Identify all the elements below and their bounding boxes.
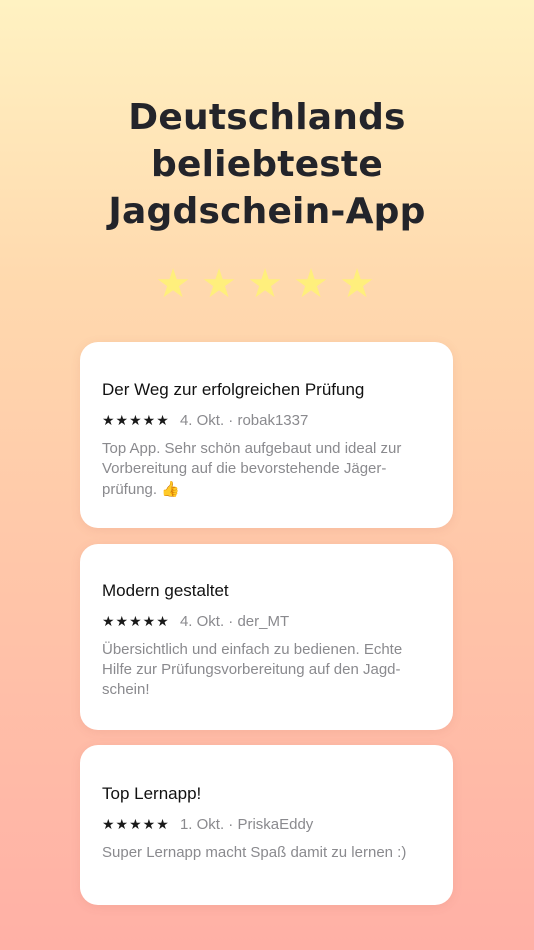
- review-card: Modern gestaltet ★★★★★ 4. Okt. · der_MT …: [80, 544, 453, 730]
- review-meta: ★★★★★ 4. Okt. · der_MT: [102, 612, 431, 632]
- review-title: Der Weg zur erfolgreichen Prüfung: [102, 380, 365, 399]
- review-body-line: Super Lernapp macht Spaß damit zu lernen…: [102, 844, 407, 861]
- headline-line-1: Deutschlands: [128, 97, 406, 138]
- review-stars: ★★★★★: [102, 817, 170, 833]
- headline-line-2: beliebteste: [151, 144, 383, 185]
- review-title: Modern gestaltet: [102, 581, 229, 600]
- review-body: Super Lernapp macht Spaß damit zu lernen…: [102, 843, 431, 863]
- headline-line-3: Jagdschein-App: [108, 191, 426, 232]
- review-date-author: 1. Okt. · PriskaEddy: [179, 816, 314, 833]
- review-body-line: Übersichtlich und einfach zu bedienen. E…: [102, 641, 403, 658]
- star-icon: ★: [339, 261, 379, 307]
- review-body: Top App. Sehr schön aufgebaut und ideal …: [102, 439, 431, 500]
- review-meta: ★★★★★ 1. Okt. · PriskaEddy: [102, 815, 431, 835]
- review-card: Der Weg zur erfolgreichen Prüfung ★★★★★ …: [80, 342, 453, 528]
- review-date-author: 4. Okt. · der_MT: [179, 613, 290, 630]
- review-stars: ★★★★★: [102, 614, 170, 630]
- review-stars: ★★★★★: [102, 413, 170, 429]
- hero-star-rating: ★ ★ ★ ★ ★: [0, 262, 534, 306]
- star-icon: ★: [201, 261, 241, 307]
- thumbs-up-icon: 👍: [161, 480, 180, 498]
- review-body-line: Top App. Sehr schön aufgebaut und ideal …: [102, 440, 402, 457]
- review-body-line: schein!: [102, 681, 150, 698]
- review-body-line: Vorbereitung auf die bevorstehende Jäger…: [102, 460, 387, 477]
- review-card: Top Lernapp! ★★★★★ 1. Okt. · PriskaEddy …: [80, 745, 453, 905]
- star-icon: ★: [247, 261, 287, 307]
- review-date-author: 4. Okt. · robak1337: [179, 412, 309, 429]
- review-title: Top Lernapp!: [102, 784, 202, 803]
- headline: Deutschlands beliebteste Jagdschein-App: [0, 94, 534, 235]
- review-body-line: prüfung.: [102, 481, 158, 498]
- review-meta: ★★★★★ 4. Okt. · robak1337: [102, 411, 431, 431]
- review-body: Übersichtlich und einfach zu bedienen. E…: [102, 640, 431, 700]
- star-icon: ★: [293, 261, 333, 307]
- review-body-line: Hilfe zur Prüfungsvorbereitung auf den J…: [102, 661, 401, 678]
- star-icon: ★: [155, 261, 195, 307]
